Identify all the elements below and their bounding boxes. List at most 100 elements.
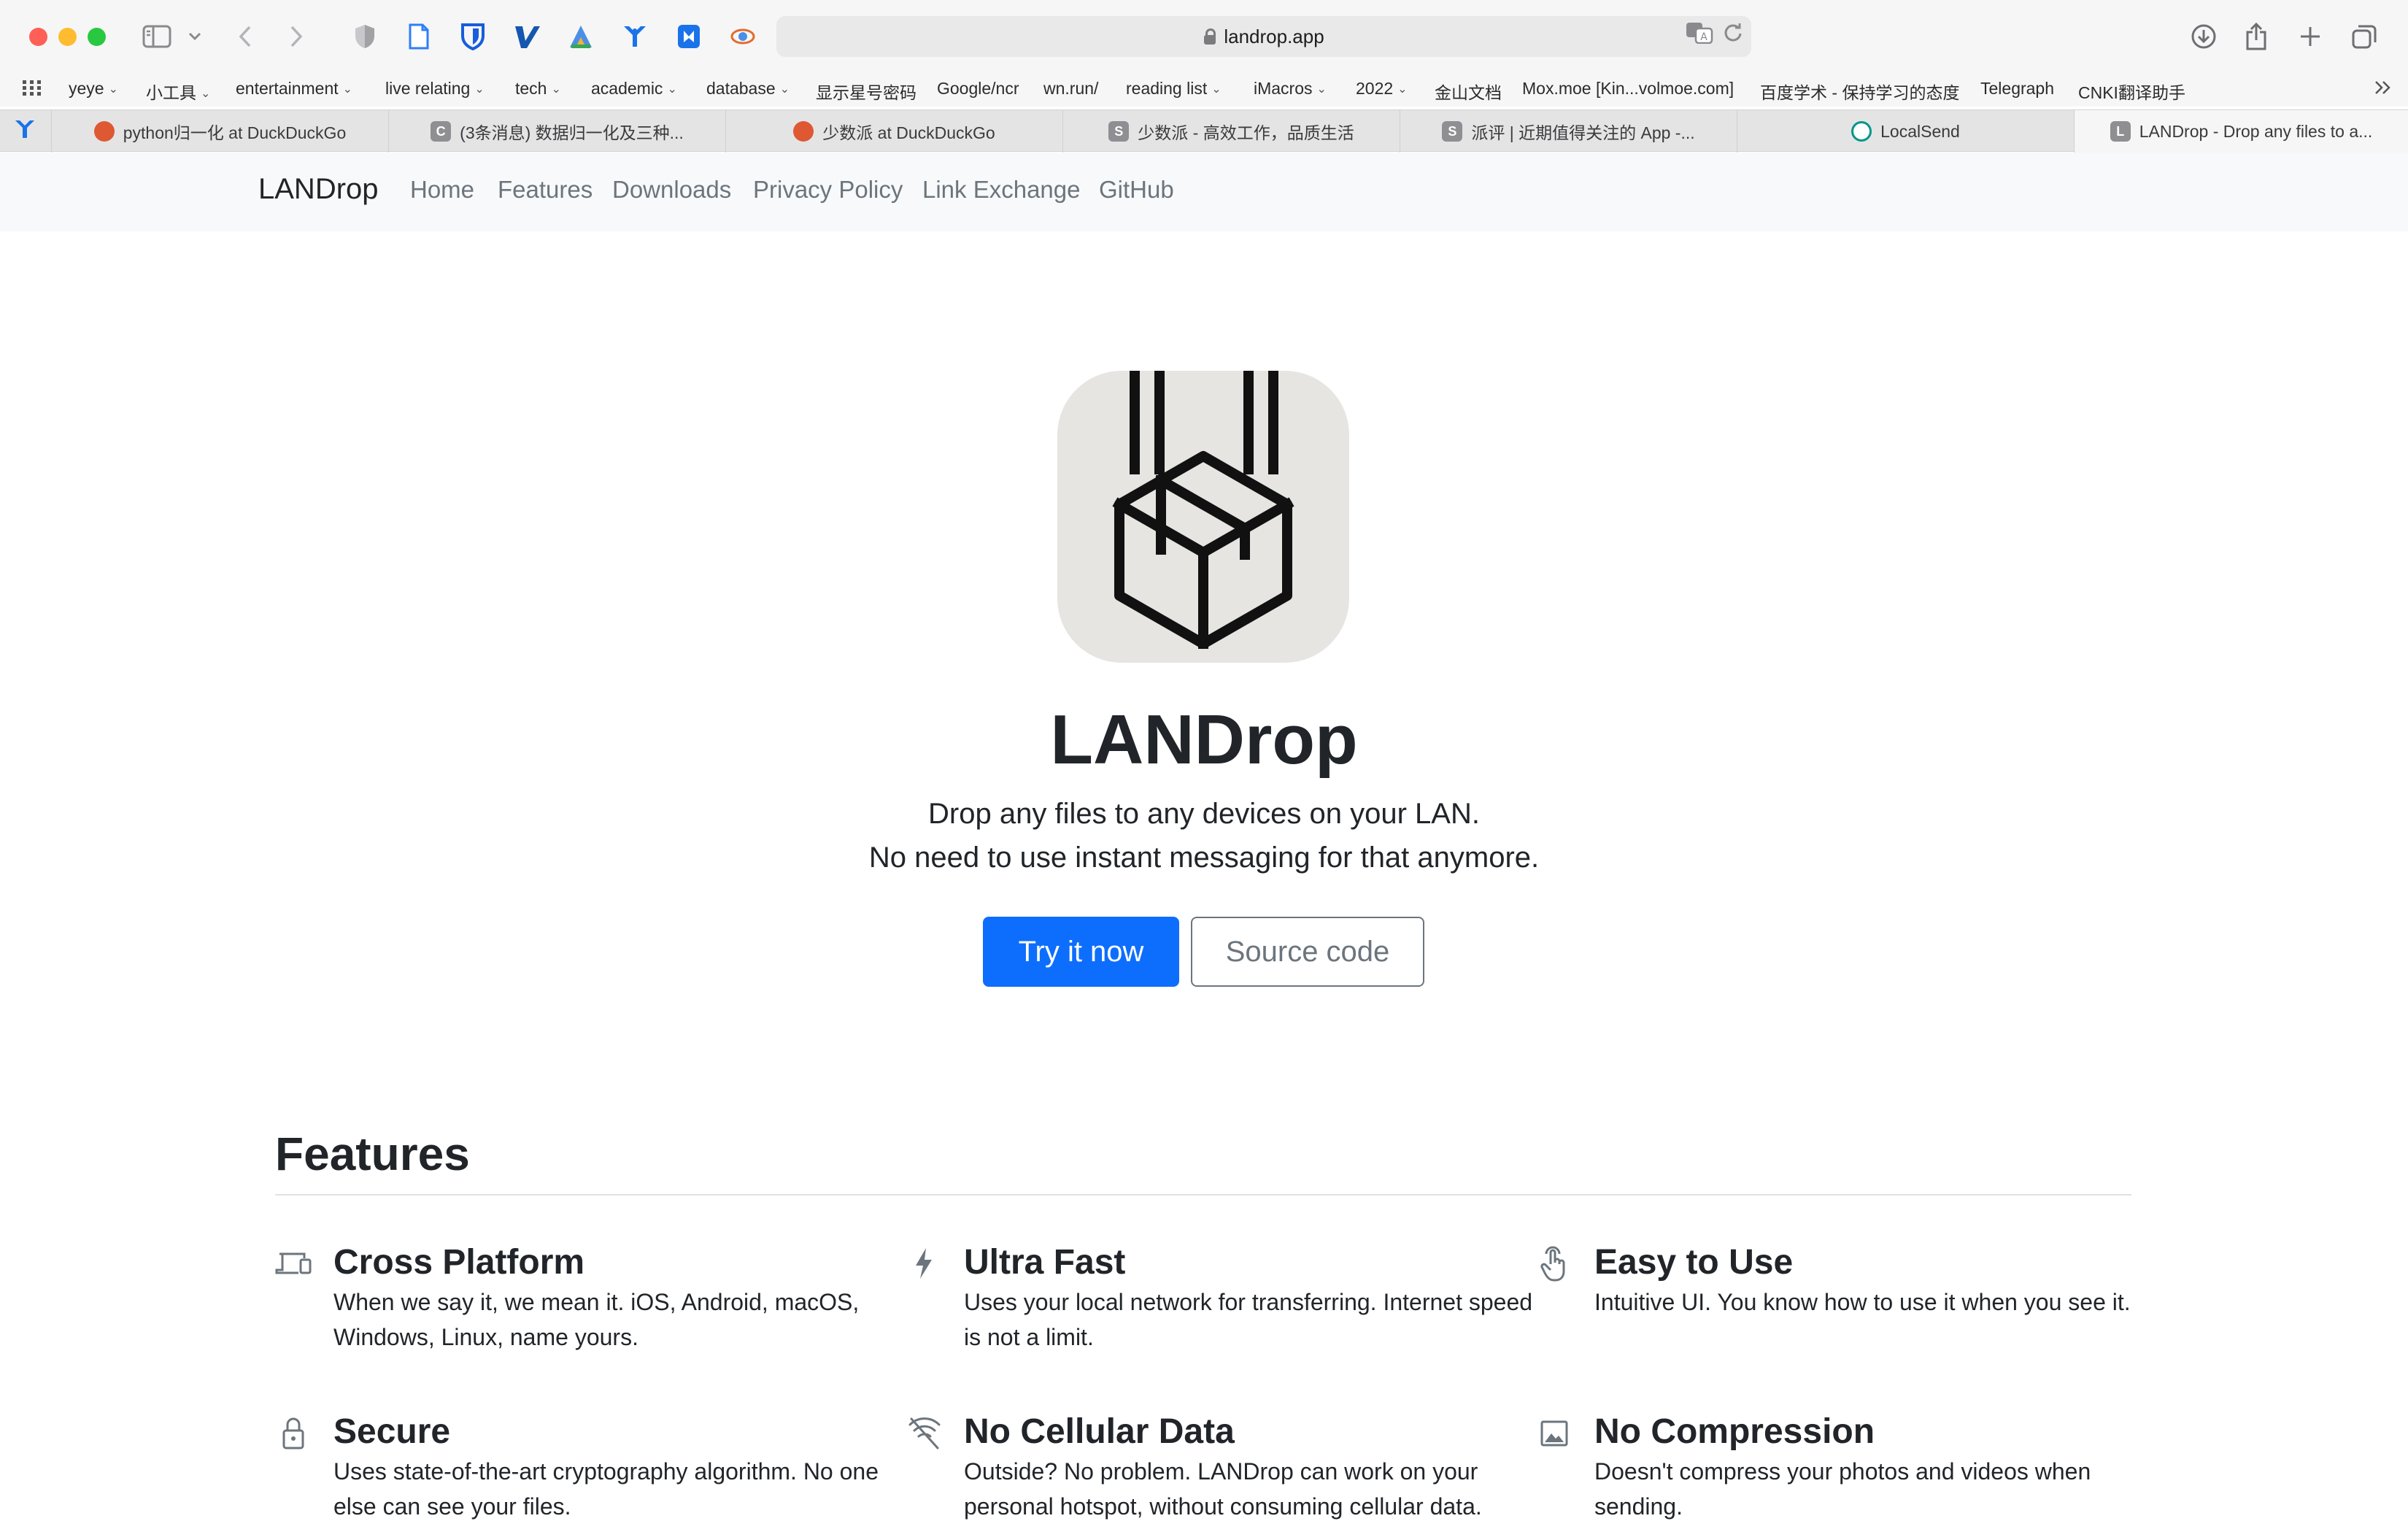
try-it-now-button[interactable]: Try it now [983,917,1179,987]
image-icon [1536,1414,1574,1452]
window-minimize-button[interactable] [58,28,77,46]
sspai-icon: S [1108,121,1130,142]
devices-icon [275,1245,313,1283]
nav-link-link-exchange[interactable]: Link Exchange [922,176,1080,204]
bookmark-label: live relating [385,79,471,98]
nav-link-features[interactable]: Features [498,176,593,204]
bitwarden-icon[interactable] [457,19,489,54]
bookmark-link[interactable]: 金山文档 [1435,79,1502,104]
feature-description: Doesn't compress your photos and videos … [1594,1458,2091,1520]
tab-title: 少数派 - 高效工作，品质生活 [1138,123,1354,142]
vimari-icon[interactable] [511,19,543,54]
feature-title: No Compression [1594,1412,1875,1451]
nav-link-downloads[interactable]: Downloads [612,176,731,204]
document-extension-icon[interactable] [403,19,435,54]
shortcut-extension-icon[interactable] [673,19,705,54]
bookmark-folder[interactable]: live relating ⌄ [385,79,485,99]
translate-extension-icon[interactable] [565,19,597,54]
window-maximize-button[interactable] [88,28,106,46]
feature-item: No Cellular Data Outside? No problem. LA… [908,1412,1548,1524]
bookmark-folder[interactable]: 小工具 ⌄ [146,79,210,104]
bookmark-link[interactable]: 显示星号密码 [816,79,916,104]
source-code-button[interactable]: Source code [1191,917,1424,987]
spinner-extension-icon[interactable] [727,19,759,54]
sidebar-toggle-icon[interactable] [139,19,175,54]
privacy-shield-icon[interactable] [349,19,381,54]
tab[interactable]: S 少数派 - 高效工作，品质生活 [1062,110,1400,153]
features-heading: Features [275,1128,470,1180]
apps-grid-icon[interactable] [22,79,42,101]
bookmark-folder[interactable]: 2022 ⌄ [1356,79,1408,99]
tab[interactable]: C (3条消息) 数据归一化及三种... [388,110,725,153]
feature-item: Cross Platform When we say it, we mean i… [275,1242,917,1355]
feature-description: Outside? No problem. LANDrop can work on… [964,1458,1482,1520]
bookmark-folder[interactable]: database ⌄ [706,79,790,99]
bookmark-label: 百度学术 - 保持学习的态度 [1760,83,1960,102]
site-navbar: LANDrop Home Features Downloads Privacy … [0,153,2408,231]
bookmark-link[interactable]: 百度学术 - 保持学习的态度 [1760,79,1959,104]
bookmark-link[interactable]: Mox.moe [Kin...volmoe.com] [1522,79,1734,99]
feature-description: When we say it, we mean it. iOS, Android… [333,1289,860,1350]
back-icon[interactable] [231,19,260,54]
feature-item: Easy to Use Intuitive UI. You know how t… [1540,1242,2178,1320]
no-signal-icon [906,1414,943,1452]
package-drop-icon [1112,366,1294,649]
bookmark-folder[interactable]: yeye ⌄ [69,79,118,99]
chevron-down-icon: ⌄ [1316,83,1327,96]
yoink-extension-icon[interactable] [619,19,651,54]
nav-link-github[interactable]: GitHub [1099,176,1174,204]
pinned-tab[interactable] [0,110,51,153]
chevron-down-icon[interactable] [184,19,206,54]
bookmark-link[interactable]: Telegraph [1980,79,2054,99]
more-bookmarks-icon[interactable] [2373,79,2393,101]
share-icon[interactable] [2239,19,2274,54]
sspai-icon: S [1442,121,1463,142]
csdn-icon: C [431,121,452,142]
bookmarks-bar: yeye ⌄ 小工具 ⌄ entertainment ⌄ live relating ⌄… [0,73,2408,107]
browser-toolbar: landrop.app A [0,0,2408,73]
downloads-icon[interactable] [2186,19,2221,54]
bookmark-label: 2022 [1356,79,1394,98]
yoink-icon [14,118,37,145]
hand-pointer-icon [1536,1245,1574,1283]
translate-icon[interactable]: A [1686,22,1713,49]
site-brand-link[interactable]: LANDrop [258,173,379,206]
bookmark-label: 金山文档 [1435,83,1502,102]
bookmark-label: 小工具 [146,83,196,102]
chevron-down-icon: ⌄ [551,83,561,96]
lock-icon [1203,28,1216,45]
bookmark-link[interactable]: CNKI翻译助手 [2078,79,2185,104]
lightning-icon [906,1245,943,1283]
tab-title: (3条消息) 数据归一化及三种... [460,123,684,142]
nav-link-home[interactable]: Home [410,176,474,204]
bookmark-label: tech [515,79,547,98]
forward-icon[interactable] [282,19,311,54]
bookmark-label: Telegraph [1980,79,2055,98]
bookmark-folder[interactable]: reading list ⌄ [1126,79,1222,99]
localsend-icon [1851,121,1872,142]
address-bar[interactable]: landrop.app [776,16,1751,57]
nav-link-privacy-policy[interactable]: Privacy Policy [753,176,903,204]
bookmark-folder[interactable]: tech ⌄ [515,79,561,99]
tab[interactable]: S 派评 | 近期值得关注的 App -... [1400,110,1737,153]
bookmark-link[interactable]: wn.run/ [1043,79,1098,99]
tab-active[interactable]: L LANDrop - Drop any files to a... [2074,110,2408,153]
bookmark-label: iMacros [1254,79,1313,98]
window-close-button[interactable] [29,28,47,46]
bookmark-folder[interactable]: iMacros ⌄ [1254,79,1327,99]
bookmark-label: reading list [1126,79,1208,98]
bookmark-folder[interactable]: entertainment ⌄ [236,79,352,99]
tab-title: LocalSend [1880,121,1960,141]
reload-icon[interactable] [1724,22,1743,47]
tab[interactable]: LocalSend [1737,110,2074,153]
bookmark-label: Google/ncr [937,79,1019,98]
tab-overview-icon[interactable] [2347,19,2382,54]
bookmark-link[interactable]: Google/ncr [937,79,1019,99]
feature-item: Secure Uses state-of-the-art cryptograph… [282,1412,917,1524]
new-tab-icon[interactable] [2293,19,2328,54]
tab[interactable]: python归一化 at DuckDuckGo [51,110,388,153]
bookmark-folder[interactable]: academic ⌄ [591,79,677,99]
svg-text:A: A [1700,31,1707,43]
tab[interactable]: 少数派 at DuckDuckGo [725,110,1062,153]
tab-bar: python归一化 at DuckDuckGo C (3条消息) 数据归一化及三… [0,109,2408,153]
